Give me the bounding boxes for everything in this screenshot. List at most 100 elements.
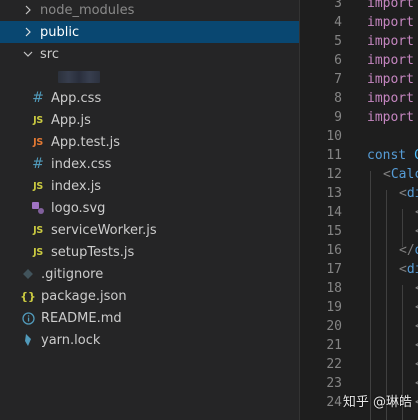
code-text: <di [399,186,418,201]
code-line: 16 </d [300,241,418,260]
code-line: 17 <di [300,260,418,279]
tree-file-readme-md[interactable]: README.md [0,307,299,329]
tree-item-label: serviceWorker.js [51,222,157,238]
code-line: 5 import [300,32,418,51]
code-line: 20< [300,317,418,336]
info-icon [20,310,36,326]
tree-file-gitignore[interactable]: .gitignore [0,263,299,285]
tree-folder-node-modules[interactable]: node_modules [0,0,299,21]
tree-file-setuptests-js[interactable]: JS setupTests.js [0,241,299,263]
line-number: 17 [326,262,342,277]
json-file-icon: {} [20,289,36,303]
tree-item-label: App.js [51,112,91,128]
code-text: </d [399,243,418,258]
tree-item-label: package.json [41,288,127,304]
code-text: import [367,110,414,125]
tree-file-package-json[interactable]: {} package.json [0,285,299,307]
code-text: <Calc [383,167,418,182]
tree-file-app-css[interactable]: # App.css [0,87,299,109]
code-text: import [367,53,414,68]
line-number: 19 [326,300,342,315]
code-line: 11 const C [300,146,418,165]
code-line: 14< [300,203,418,222]
tree-item-label: index.css [51,156,112,172]
js-file-icon: JS [33,246,43,258]
line-number: 11 [326,148,342,163]
tree-item-label: public [40,24,80,40]
code-line: 8 import [300,89,418,108]
tree-item-label: node_modules [40,2,135,18]
code-text: import [367,0,414,11]
code-line: 7 import [300,70,418,89]
code-text: import [367,72,414,87]
tree-folder-src[interactable]: src [0,43,299,65]
line-number: 3 [334,0,342,11]
line-number: 4 [334,15,342,30]
css-file-icon: # [32,156,44,172]
code-line: 22< [300,355,418,374]
code-line: 18< [300,279,418,298]
tree-item-label: .gitignore [41,266,104,282]
watermark: 知乎 @琳皓 [342,395,412,410]
code-line: 4 import [300,13,418,32]
blurred-region [58,71,100,83]
tree-item-label: index.js [51,178,102,194]
js-file-icon: JS [33,224,43,236]
tree-file-index-css[interactable]: # index.css [0,153,299,175]
line-number: 8 [334,91,342,106]
code-text: <di [399,262,418,277]
code-text: const C [367,148,418,163]
tree-item-label: src [40,46,59,62]
tree-folder-public[interactable]: public [0,21,299,43]
line-number: 12 [326,167,342,182]
file-explorer: node_modules public src # App.css JS App… [0,0,299,420]
line-number: 10 [326,129,342,144]
tree-item-label: yarn.lock [41,332,101,348]
tree-item-label: App.test.js [51,134,121,150]
code-line: 6 import [300,51,418,70]
svg-file-icon [30,200,46,216]
code-line: 21< [300,336,418,355]
yarn-icon [20,332,36,348]
code-line: 9 import [300,108,418,127]
code-line: 15< [300,222,418,241]
line-number: 13 [326,186,342,201]
line-number: 22 [326,357,342,372]
code-text: import [367,15,414,30]
line-number: 14 [326,205,342,220]
line-number: 20 [326,319,342,334]
line-number: 23 [326,376,342,391]
css-file-icon: # [32,90,44,106]
chevron-down-icon [20,46,36,62]
code-line: 13 <di [300,184,418,203]
line-number: 21 [326,338,342,353]
line-number: 15 [326,224,342,239]
tree-item-label: README.md [41,310,122,326]
tree-file-index-js[interactable]: JS index.js [0,175,299,197]
tree-item-label: setupTests.js [51,244,135,260]
code-editor[interactable]: 3 import 4 import 5 import 6 import 7 import … [300,0,418,420]
chevron-right-icon [20,24,36,40]
line-number: 5 [334,34,342,49]
tree-file-serviceworker-js[interactable]: JS serviceWorker.js [0,219,299,241]
tree-file-yarn-lock[interactable]: yarn.lock [0,329,299,351]
code-line: 10 [300,127,418,146]
code-text: import [367,34,414,49]
line-number: 7 [334,72,342,87]
code-line: 12 <Calc [300,165,418,184]
tree-file-logo-svg[interactable]: logo.svg [0,197,299,219]
test-js-file-icon: JS [33,136,43,148]
tree-item-label: logo.svg [51,200,106,216]
tree-item-label: App.css [51,90,102,106]
tree-file-app-test-js[interactable]: JS App.test.js [0,131,299,153]
git-file-icon [20,266,36,282]
line-number: 9 [334,110,342,125]
js-file-icon: JS [33,114,43,126]
chevron-right-icon [20,2,36,18]
tree-file-app-js[interactable]: JS App.js [0,109,299,131]
code-line: 19< [300,298,418,317]
js-file-icon: JS [33,180,43,192]
line-number: 18 [326,281,342,296]
code-text: import [367,91,414,106]
line-number: 6 [334,53,342,68]
